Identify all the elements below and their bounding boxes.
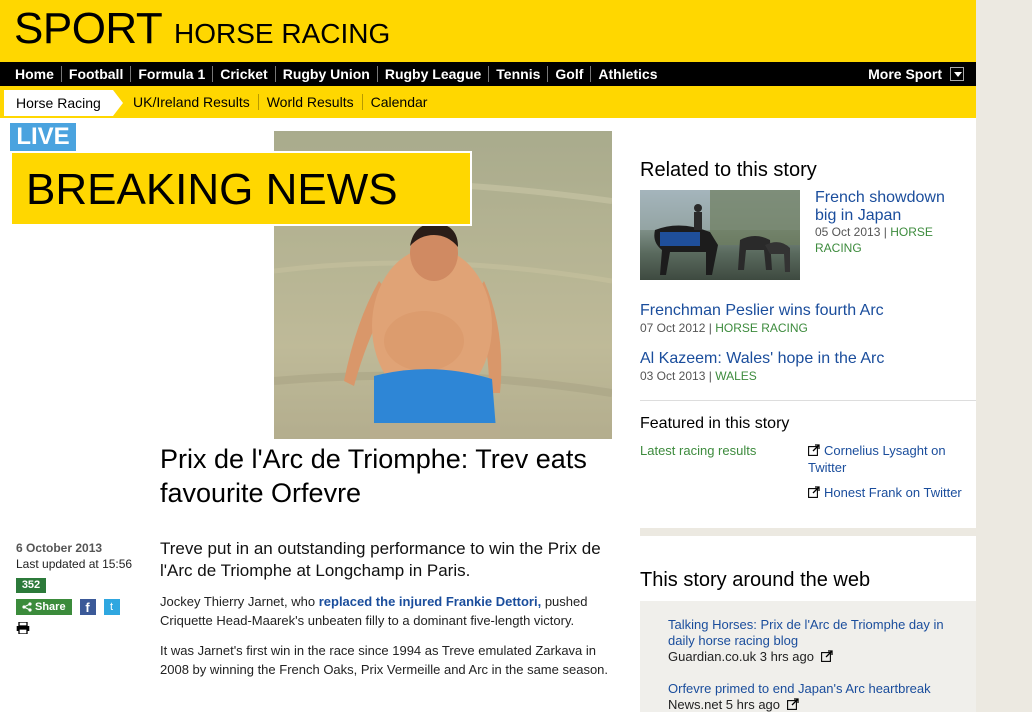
external-link-icon xyxy=(808,486,820,498)
related-meta-1: 05 Oct 2013 | HORSE RACING xyxy=(815,225,933,255)
featured-link-label: Cornelius Lysaght on Twitter xyxy=(808,443,946,475)
web-title: This story around the web xyxy=(640,569,871,591)
article-paragraph-1: Jockey Thierry Jarnet, who replaced the … xyxy=(160,592,626,630)
featured-title: Featured in this story xyxy=(640,415,790,432)
nav-tennis[interactable]: Tennis xyxy=(488,66,547,82)
web-source-label: News.net 5 hrs ago xyxy=(668,697,781,712)
sub-nav: Horse Racing UK/Ireland Results World Re… xyxy=(0,86,976,118)
facebook-icon[interactable]: f xyxy=(79,599,96,615)
article-meta: 6 October 2013 Last updated at 15:56 xyxy=(16,541,146,571)
share-icon xyxy=(22,602,32,612)
page-gutter xyxy=(976,0,1032,712)
section-title[interactable]: HORSE RACING xyxy=(174,18,390,50)
main-nav: Home Football Formula 1 Cricket Rugby Un… xyxy=(0,62,976,86)
subnav-horse-racing[interactable]: Horse Racing xyxy=(4,90,123,116)
article-date: 6 October 2013 xyxy=(16,541,103,555)
paragraph-text: Jockey Thierry Jarnet, who xyxy=(160,594,319,609)
nav-rugby-union[interactable]: Rugby Union xyxy=(274,66,377,82)
featured-link-label: Honest Frank on Twitter xyxy=(824,485,962,500)
breaking-label: BREAKING xyxy=(26,165,254,214)
masthead: SPORT HORSE RACING xyxy=(0,0,976,62)
related-tag[interactable]: WALES xyxy=(715,369,757,383)
related-link-3[interactable]: Al Kazeem: Wales' hope in the Arc xyxy=(640,350,960,368)
nav-formula-1[interactable]: Formula 1 xyxy=(130,66,212,82)
external-link-icon[interactable] xyxy=(820,650,833,662)
web-source-1: Guardian.co.uk 3 hrs ago xyxy=(668,649,837,665)
more-sport-label: More Sport xyxy=(868,66,942,82)
external-link-icon xyxy=(808,444,820,456)
nav-golf[interactable]: Golf xyxy=(547,66,590,82)
related-meta-2: 07 Oct 2012 | HORSE RACING xyxy=(640,321,808,335)
breaking-news-banner: BREAKING NEWS xyxy=(10,151,472,226)
article-intro: Treve put in an outstanding performance … xyxy=(160,539,601,580)
related-thumbnail[interactable] xyxy=(640,190,800,280)
section-divider xyxy=(640,400,976,401)
share-button[interactable]: Share xyxy=(16,599,72,615)
chevron-down-icon xyxy=(950,67,964,81)
article-paragraph-2: It was Jarnet's first win in the race si… xyxy=(160,643,609,677)
twitter-icon[interactable]: t xyxy=(103,599,120,615)
subnav-calendar[interactable]: Calendar xyxy=(361,94,436,110)
related-link-2[interactable]: Frenchman Peslier wins fourth Arc xyxy=(640,302,960,320)
section-divider xyxy=(640,528,976,536)
nav-football[interactable]: Football xyxy=(60,66,130,82)
related-tag[interactable]: HORSE RACING xyxy=(715,321,808,335)
nav-athletics[interactable]: Athletics xyxy=(590,66,664,82)
article-headline: Prix de l'Arc de Triomphe: Trev eats fav… xyxy=(160,444,587,508)
featured-twitter-2[interactable]: Honest Frank on Twitter xyxy=(808,484,968,501)
nav-cricket[interactable]: Cricket xyxy=(212,66,274,82)
featured-twitter-1[interactable]: Cornelius Lysaght on Twitter xyxy=(808,442,968,476)
subnav-world-results[interactable]: World Results xyxy=(257,94,362,110)
related-title: Related to this story xyxy=(640,159,817,181)
web-source-label: Guardian.co.uk 3 hrs ago xyxy=(668,649,814,664)
external-link-icon[interactable] xyxy=(786,698,799,710)
more-sport-menu[interactable]: More Sport xyxy=(868,62,964,86)
web-source-2: News.net 5 hrs ago xyxy=(668,697,803,712)
news-label: NEWS xyxy=(265,165,398,214)
live-badge: LIVE xyxy=(10,123,76,151)
subnav-uk-ireland-results[interactable]: UK/Ireland Results xyxy=(125,94,258,110)
latest-racing-results-link[interactable]: Latest racing results xyxy=(640,442,756,459)
nav-home[interactable]: Home xyxy=(8,66,61,82)
horse-photo xyxy=(640,190,800,275)
related-date: 07 Oct 2012 xyxy=(640,321,706,335)
related-link-1[interactable]: French showdown big in Japan xyxy=(815,189,965,225)
nav-rugby-league[interactable]: Rugby League xyxy=(376,66,488,82)
print-icon[interactable] xyxy=(16,622,30,634)
related-meta-3: 03 Oct 2013 | WALES xyxy=(640,369,757,383)
web-link-1[interactable]: Talking Horses: Prix de l'Arc de Triomph… xyxy=(668,617,958,649)
share-row: Share f t xyxy=(16,599,120,615)
dettori-link[interactable]: replaced the injured Frankie Dettori, xyxy=(319,594,542,609)
last-updated: Last updated at 15:56 xyxy=(16,557,133,571)
comment-count-badge[interactable]: 352 xyxy=(16,578,46,593)
related-date: 05 Oct 2013 xyxy=(815,225,881,239)
sport-logo[interactable]: SPORT xyxy=(14,4,163,54)
web-link-2[interactable]: Orfevre primed to end Japan's Arc heartb… xyxy=(668,681,958,697)
share-label: Share xyxy=(35,601,66,613)
related-date: 03 Oct 2013 xyxy=(640,369,706,383)
